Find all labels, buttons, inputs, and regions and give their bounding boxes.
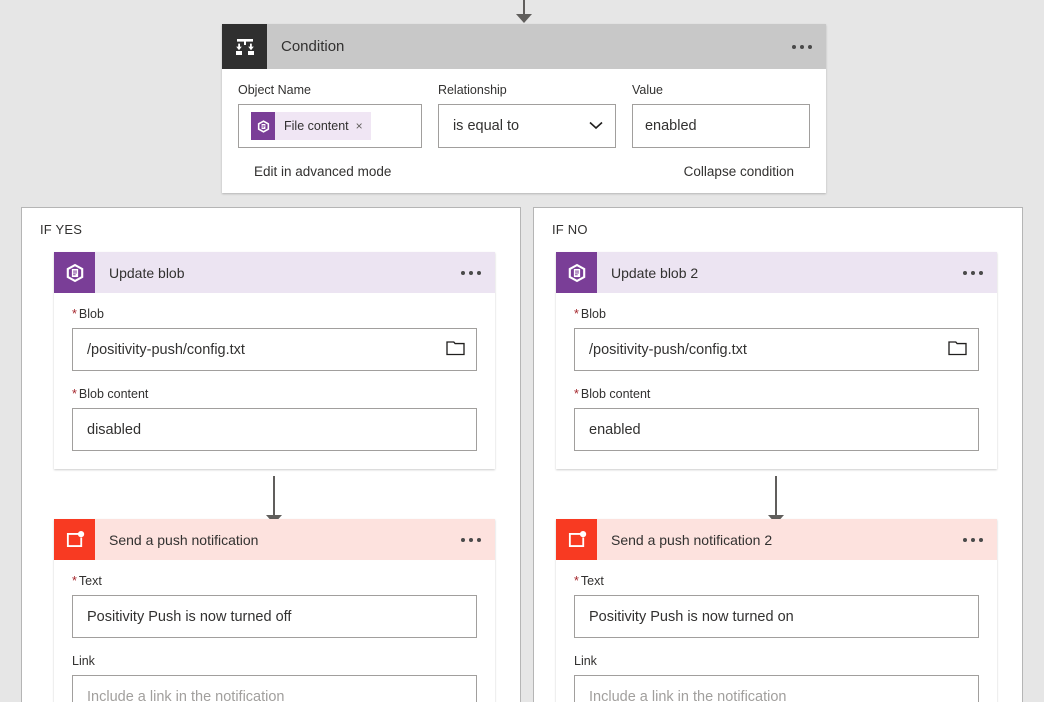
action-card-header: Send a push notification (54, 519, 495, 560)
link-placeholder: Include a link in the notification (87, 689, 285, 702)
branch-panel-if-yes: IF YES Update blob *Blob (21, 207, 521, 702)
required-asterisk: * (72, 307, 77, 321)
condition-footer: Edit in advanced mode Collapse condition (238, 148, 810, 193)
action-more-menu-icon[interactable] (461, 538, 481, 542)
action-card-header: Send a push notification 2 (556, 519, 997, 560)
action-card-body: *Blob /positivity-push/config.txt *Blob … (54, 293, 495, 469)
action-card-send-push-notification-2: Send a push notification 2 *Text Positiv… (556, 519, 997, 702)
condition-card: Condition Object Name (222, 24, 826, 193)
action-card-header: Update blob 2 (556, 252, 997, 293)
required-asterisk: * (574, 307, 579, 321)
action-card-header: Update blob (54, 252, 495, 293)
text-value: Positivity Push is now turned on (589, 609, 794, 625)
text-input[interactable]: Positivity Push is now turned off (72, 595, 477, 638)
blob-input[interactable]: /positivity-push/config.txt (72, 328, 477, 371)
text-value: Positivity Push is now turned off (87, 609, 291, 625)
file-content-token-label: File content (275, 119, 356, 133)
condition-body: Object Name (222, 69, 826, 193)
action-more-menu-icon[interactable] (461, 271, 481, 275)
blob-input[interactable]: /positivity-push/config.txt (574, 328, 979, 371)
required-asterisk: * (72, 387, 77, 401)
folder-picker-icon[interactable] (948, 339, 967, 360)
action-more-menu-icon[interactable] (963, 271, 983, 275)
blob-content-value: disabled (87, 422, 141, 438)
object-name-label: Object Name (238, 83, 422, 97)
action-card-body: *Blob /positivity-push/config.txt *Blob … (556, 293, 997, 469)
file-content-token-icon (251, 112, 275, 140)
text-label: *Text (72, 574, 477, 588)
action-card-title: Update blob (109, 265, 185, 281)
file-content-token-remove-icon[interactable]: × (356, 119, 371, 133)
condition-title: Condition (281, 38, 344, 55)
required-asterisk: * (574, 574, 579, 588)
link-label: Link (72, 654, 477, 668)
blob-content-label: *Blob content (72, 387, 477, 401)
value-label: Value (632, 83, 810, 97)
action-card-title: Update blob 2 (611, 265, 698, 281)
update-blob-icon (54, 252, 95, 293)
action-card-title: Send a push notification (109, 532, 258, 548)
blob-label: *Blob (72, 307, 477, 321)
chevron-down-icon (589, 119, 603, 133)
action-card-update-blob: Update blob *Blob /positivity-push/confi… (54, 252, 495, 469)
link-placeholder: Include a link in the notification (589, 689, 787, 702)
relationship-label: Relationship (438, 83, 616, 97)
link-input[interactable]: Include a link in the notification (574, 675, 979, 702)
link-input[interactable]: Include a link in the notification (72, 675, 477, 702)
text-label: *Text (574, 574, 979, 588)
required-asterisk: * (574, 387, 579, 401)
action-card-update-blob-2: Update blob 2 *Blob /positivity-push/con… (556, 252, 997, 469)
arrow-into-condition (512, 0, 536, 24)
update-blob-icon (556, 252, 597, 293)
action-card-body: *Text Positivity Push is now turned off … (54, 560, 495, 702)
branch-title-if-no: IF NO (552, 222, 1022, 237)
blob-value: /positivity-push/config.txt (87, 342, 245, 358)
blob-content-value: enabled (589, 422, 641, 438)
relationship-select[interactable]: is equal to (438, 104, 616, 148)
required-asterisk: * (72, 574, 77, 588)
blob-value: /positivity-push/config.txt (589, 342, 747, 358)
collapse-condition-link[interactable]: Collapse condition (684, 164, 794, 179)
file-content-token[interactable]: File content × (251, 112, 371, 140)
push-notification-icon (54, 519, 95, 560)
blob-content-input[interactable]: disabled (72, 408, 477, 451)
action-card-title: Send a push notification 2 (611, 532, 772, 548)
blob-content-label: *Blob content (574, 387, 979, 401)
relationship-value: is equal to (453, 118, 519, 134)
condition-more-menu-icon[interactable] (792, 45, 812, 49)
text-input[interactable]: Positivity Push is now turned on (574, 595, 979, 638)
action-card-send-push-notification: Send a push notification *Text Positivit… (54, 519, 495, 702)
link-label: Link (574, 654, 979, 668)
folder-picker-icon[interactable] (446, 339, 465, 360)
action-card-body: *Text Positivity Push is now turned on L… (556, 560, 997, 702)
branch-title-if-yes: IF YES (40, 222, 520, 237)
action-more-menu-icon[interactable] (963, 538, 983, 542)
condition-branch-icon (222, 24, 267, 69)
condition-card-header: Condition (222, 24, 826, 69)
blob-label: *Blob (574, 307, 979, 321)
object-name-input[interactable]: File content × (238, 104, 422, 148)
branch-panel-if-no: IF NO Update blob 2 *Blob (533, 207, 1023, 702)
push-notification-icon (556, 519, 597, 560)
value-input[interactable]: enabled (632, 104, 810, 148)
flow-designer-canvas: Condition Object Name (0, 0, 1044, 702)
blob-content-input[interactable]: enabled (574, 408, 979, 451)
edit-advanced-mode-link[interactable]: Edit in advanced mode (254, 164, 391, 179)
